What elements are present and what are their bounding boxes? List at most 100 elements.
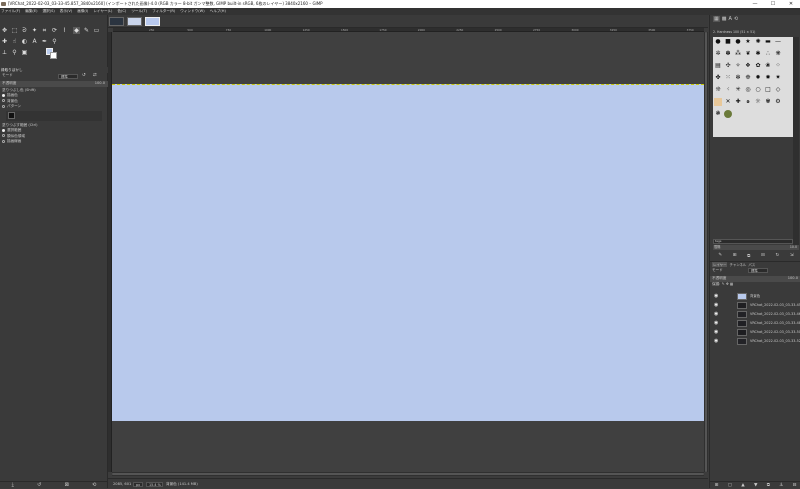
opacity-value[interactable]: 100.0	[95, 81, 105, 87]
maximize-button[interactable]: ☐	[764, 0, 782, 8]
radio-pattern-icon[interactable]	[2, 104, 5, 108]
lasso-icon[interactable]: ᘐ	[21, 27, 28, 34]
menu-filters[interactable]: フィルター(R)	[152, 8, 175, 15]
paths-icon[interactable]: ✒	[41, 38, 48, 45]
fuzzy-select-icon[interactable]: ✦	[31, 27, 38, 34]
zoom-icon[interactable]: ⚲	[11, 49, 18, 56]
zoom-select[interactable]: 15.4 %	[146, 481, 163, 487]
brush-bristles-icon[interactable]: ⁙	[724, 74, 732, 82]
brush-green-icon[interactable]	[724, 110, 732, 118]
tab-layers[interactable]: レイヤー	[712, 262, 728, 267]
fill-type-bg[interactable]: 背景色	[7, 99, 18, 103]
delete-options-icon[interactable]: ⊠	[65, 482, 69, 488]
patterns-tab-icon[interactable]: ▩	[722, 16, 727, 22]
fill-type-pattern[interactable]: パターン	[7, 104, 21, 108]
visibility-eye-icon[interactable]: ◉	[714, 294, 718, 299]
new-layer-icon[interactable]: ▢	[728, 483, 732, 488]
text-tool-icon[interactable]: A	[31, 38, 38, 45]
duplicate-layer-icon[interactable]: ⧉	[767, 482, 770, 488]
brush-tag-filter[interactable]: tags	[713, 239, 793, 244]
bucket-fill-icon[interactable]: ◆	[73, 27, 80, 34]
minimize-button[interactable]: —	[746, 0, 764, 8]
image-tab-3-active[interactable]	[145, 17, 160, 26]
brush-dots-icon[interactable]: ⁂	[734, 50, 742, 58]
brush-fibers-icon[interactable]: ✳	[734, 86, 742, 94]
brush-grid[interactable]: ● ■ ● ★ ✺ ▬ — ✲ ✽ ⁂ ❦ ✱ ∴ ❋ ▤ ✣ ✧ ❖ ✿ ❀ …	[713, 37, 793, 137]
brush-gear-icon[interactable]: ⚙	[774, 98, 782, 106]
fg-bg-colors[interactable]	[46, 48, 58, 60]
layer-row[interactable]: ◉ VRChat_2022-02-03_03-33-52	[710, 337, 800, 346]
horizontal-scrollbar[interactable]	[112, 472, 704, 476]
clone-icon[interactable]: ✚	[1, 38, 8, 45]
reset-options-icon[interactable]: ⟲	[92, 482, 96, 488]
radio-selection-icon[interactable]	[2, 128, 5, 132]
layer-row[interactable]: ◉ VRChat_2022-02-03_03-33-50	[710, 328, 800, 337]
save-options-icon[interactable]: ⤓	[12, 482, 14, 488]
vscroll-thumb[interactable]	[705, 32, 707, 472]
menu-select[interactable]: 選択(S)	[43, 8, 55, 15]
warp-icon[interactable]: ⌇	[61, 27, 68, 34]
rect-select-icon[interactable]: ⬚	[11, 27, 18, 34]
image-tab-2[interactable]	[127, 17, 142, 26]
layer-mode-select[interactable]: 標準	[748, 268, 768, 273]
brush-flower-icon[interactable]: ✾	[764, 98, 772, 106]
restore-options-icon[interactable]: ↺	[37, 482, 41, 488]
layer-row[interactable]: ◉ VRChat_2022-02-03_03-33-48	[710, 319, 800, 328]
brush-pepper-icon[interactable]: ❃	[714, 110, 722, 118]
unit-select[interactable]: px	[133, 481, 143, 487]
fonts-tab-icon[interactable]: A	[728, 16, 731, 22]
brush-noise-icon[interactable]: ⁖	[724, 86, 732, 94]
brush-leaf-icon[interactable]: ❦	[744, 50, 752, 58]
menu-layer[interactable]: レイヤー(L)	[93, 8, 112, 15]
brush-cloud-icon[interactable]: ✽	[724, 50, 732, 58]
lower-layer-icon[interactable]: ▼	[754, 483, 757, 488]
brush-square-outline-icon[interactable]: □	[764, 86, 772, 94]
visibility-eye-icon[interactable]: ◉	[714, 330, 718, 335]
image-canvas[interactable]	[112, 84, 704, 421]
brush-spray-icon[interactable]: ∴	[764, 50, 772, 58]
layer-name[interactable]: VRChat_2022-02-03_03-33-46	[750, 310, 800, 319]
new-layer-group-icon[interactable]: ⊞	[715, 483, 719, 488]
brush-rough-icon[interactable]: ✸	[764, 74, 772, 82]
spacing-row[interactable]: 間隔 10.0	[713, 245, 799, 250]
brush-feather-icon[interactable]: ❊	[714, 86, 722, 94]
brush-open-icon[interactable]: ⇲	[790, 253, 794, 259]
hscroll-thumb[interactable]	[112, 473, 704, 475]
brush-scrollbar[interactable]	[793, 37, 799, 247]
radio-similar-icon[interactable]	[2, 134, 5, 137]
menu-tools[interactable]: ツール(T)	[131, 8, 147, 15]
transform-icon[interactable]: ⟳	[51, 27, 58, 34]
brush-delete-icon[interactable]: ⊟	[761, 253, 765, 259]
brush-pencil-icon[interactable]: ⁘	[774, 62, 782, 70]
radio-lineart-icon[interactable]	[2, 139, 5, 143]
menu-view[interactable]: 表示(V)	[60, 8, 72, 15]
brush-sponge-icon[interactable]: ✣	[724, 62, 732, 70]
affected-lineart[interactable]: 描画線画	[7, 139, 21, 143]
brush-peach-icon[interactable]	[714, 98, 722, 106]
canvas-area[interactable]	[112, 32, 704, 472]
lock-position-icon[interactable]: ✥	[726, 282, 729, 286]
brush-edit-icon[interactable]: ✎	[718, 253, 722, 259]
crop-icon[interactable]: ⌗	[41, 27, 48, 34]
brush-circle-icon[interactable]: ○	[754, 86, 762, 94]
brush-smoke-icon[interactable]: ❋	[774, 50, 782, 58]
pattern-preview[interactable]	[6, 110, 102, 121]
brush-duplicate-icon[interactable]: ⧉	[747, 253, 750, 259]
brush-fuzzy-icon[interactable]: ❉	[744, 74, 752, 82]
layer-row[interactable]: ◉ VRChat_2022-02-03_03-33-45	[710, 301, 800, 310]
spacing-value[interactable]: 10.0	[790, 245, 797, 250]
history-tab-icon[interactable]: ⟲	[734, 16, 738, 22]
menu-file[interactable]: ファイル(F)	[1, 8, 20, 15]
layer-row[interactable]: ◉ VRChat_2022-02-03_03-33-46	[710, 310, 800, 319]
menu-edit[interactable]: 編集(E)	[25, 8, 37, 15]
layer-opacity-value[interactable]: 100.0	[788, 276, 798, 282]
lock-pixels-icon[interactable]: ✎	[722, 282, 725, 286]
brush-cell-icon[interactable]: ✻	[734, 74, 742, 82]
brush-splat-icon[interactable]: ✺	[754, 38, 762, 46]
brush-wet-icon[interactable]: ✷	[774, 74, 782, 82]
fill-type-fg[interactable]: 描画色	[7, 93, 18, 97]
gradient-icon[interactable]: ▣	[21, 49, 28, 56]
brushes-tab-icon[interactable]: ▦	[713, 16, 720, 22]
close-button[interactable]: ✕	[782, 0, 800, 8]
brush-grunge-icon[interactable]: ✱	[754, 50, 762, 58]
